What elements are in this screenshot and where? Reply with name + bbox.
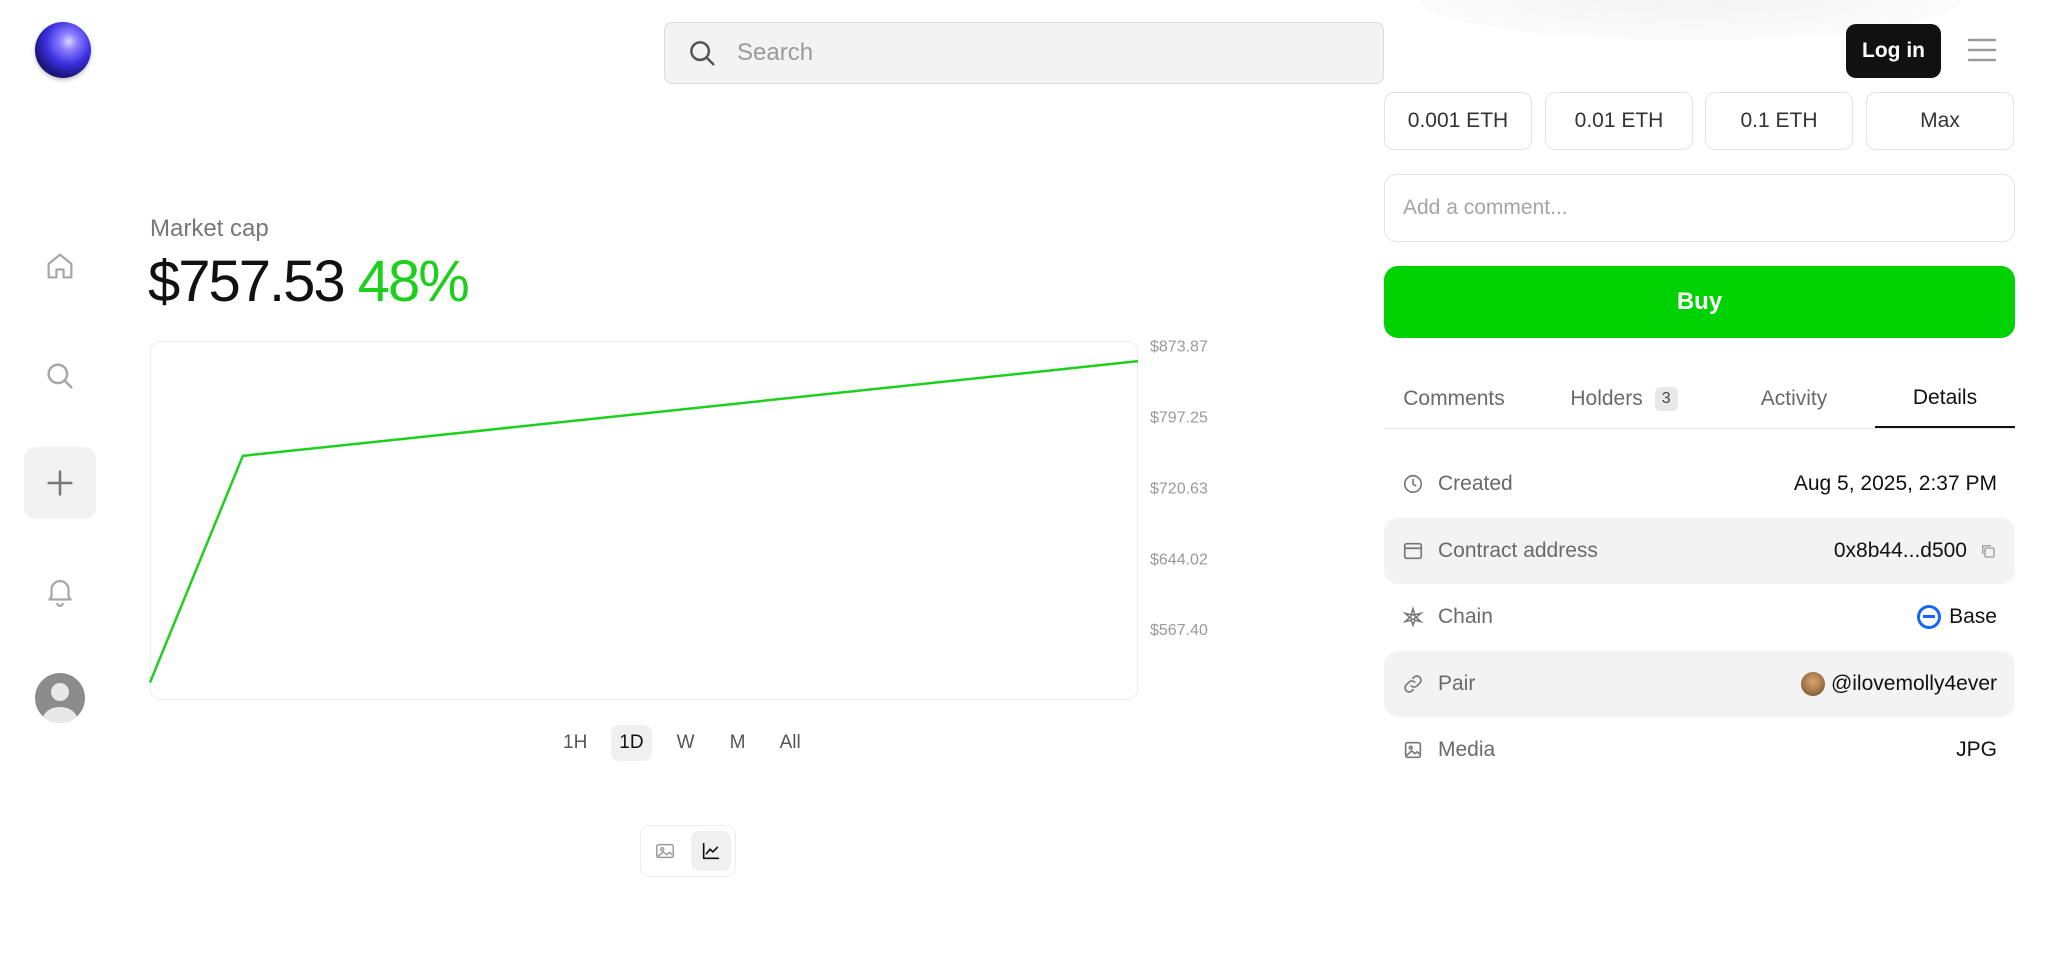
detail-row-media: Media JPG [1384, 717, 2015, 783]
timeframe-selector: 1H 1D W M All [555, 725, 809, 761]
amount-button-max[interactable]: Max [1866, 92, 2014, 150]
tab-label: Holders [1570, 387, 1643, 410]
chain-icon [1402, 606, 1424, 628]
market-cap-value: $757.53 [148, 249, 346, 314]
link-icon [1404, 675, 1422, 693]
detail-row-chain: Chain Base [1384, 584, 2015, 650]
nav-notifications-button[interactable] [24, 555, 96, 627]
holders-count-badge: 3 [1654, 387, 1678, 411]
comment-input[interactable] [1384, 174, 2015, 242]
tab-label: Details [1912, 386, 1978, 409]
user-icon [43, 683, 77, 723]
pair-avatar [1800, 672, 1825, 696]
contract-address[interactable]: 0x8b44...d500 [1834, 539, 1997, 563]
detail-row-pair: Pair @ilovemolly4ever [1384, 651, 2015, 717]
bell-icon [48, 580, 72, 607]
y-tick-label: $567.40 [1150, 622, 1208, 639]
series-line [148, 359, 1139, 683]
timeframe-all[interactable]: All [772, 725, 809, 761]
pair-value: @ilovemolly4ever [1830, 672, 1997, 695]
tab-label: Activity [1760, 387, 1828, 410]
tab-holders[interactable]: Holders 3 [1544, 370, 1704, 428]
tab-details[interactable]: Details [1875, 370, 2015, 428]
clock-icon [1403, 474, 1423, 494]
user-avatar[interactable] [35, 673, 85, 723]
chain-value: Base [1917, 605, 1997, 629]
detail-row-contract: Contract address 0x8b44...d500 [1384, 518, 2015, 584]
app-logo[interactable] [35, 22, 91, 78]
y-tick-label: $797.25 [1150, 410, 1208, 427]
market-cap-headline: $757.53 48% [148, 248, 470, 315]
detail-label: Created [1438, 472, 1513, 495]
image-view-button[interactable] [645, 831, 685, 871]
market-cap-label: Market cap [150, 215, 269, 242]
nav-create-button[interactable] [24, 447, 96, 519]
media-value: JPG [1956, 738, 1997, 761]
amount-button-0001[interactable]: 0.001 ETH [1384, 92, 1532, 150]
detail-label: Chain [1438, 605, 1493, 628]
y-tick-label: $720.63 [1150, 480, 1208, 497]
chart-icon [702, 842, 720, 860]
view-toggle [640, 825, 736, 877]
tab-comments[interactable]: Comments [1384, 370, 1524, 428]
detail-row-created: Created Aug 5, 2025, 2:37 PM [1384, 451, 2015, 517]
copy-icon[interactable] [1979, 542, 1997, 560]
detail-label: Media [1438, 738, 1496, 761]
market-cap-chart[interactable]: $873.87 $797.25 $720.63 $644.02 $567.40 [148, 339, 1250, 700]
image-icon [656, 843, 674, 859]
search-icon [690, 41, 715, 66]
plus-icon [47, 470, 73, 496]
hamburger-menu-icon[interactable] [1967, 36, 1997, 64]
y-tick-label: $873.87 [1150, 339, 1208, 356]
nav-home-button[interactable] [24, 230, 96, 302]
chain-name: Base [1949, 605, 1997, 628]
timeframe-1d[interactable]: 1D [611, 725, 652, 761]
contract-address-value: 0x8b44...d500 [1833, 539, 1967, 562]
tab-bar: Comments Holders 3 Activity Details [1384, 370, 2015, 429]
market-cap-change: 48% [357, 249, 470, 314]
base-chain-icon [1917, 605, 1942, 629]
nav-search-button[interactable] [24, 340, 96, 412]
detail-label: Pair [1438, 672, 1476, 695]
contract-icon [1403, 542, 1423, 560]
buy-button[interactable]: Buy [1384, 266, 2015, 338]
created-value: Aug 5, 2025, 2:37 PM [1793, 472, 1997, 495]
timeframe-1h[interactable]: 1H [555, 725, 595, 761]
amount-button-001[interactable]: 0.01 ETH [1545, 92, 1693, 150]
search-bar[interactable] [664, 22, 1384, 84]
search-icon [47, 363, 73, 389]
chart-view-button[interactable] [691, 831, 731, 871]
login-button[interactable]: Log in [1846, 24, 1941, 78]
pair-link[interactable]: @ilovemolly4ever [1800, 672, 1997, 696]
home-icon [47, 253, 73, 279]
timeframe-w[interactable]: W [668, 725, 704, 761]
tab-label: Comments [1403, 387, 1505, 410]
amount-button-01[interactable]: 0.1 ETH [1705, 92, 1853, 150]
media-icon [1404, 741, 1422, 759]
y-tick-label: $644.02 [1150, 551, 1208, 568]
search-input[interactable] [735, 38, 1339, 68]
tab-activity[interactable]: Activity [1724, 370, 1864, 428]
detail-label: Contract address [1438, 539, 1598, 562]
timeframe-m[interactable]: M [720, 725, 756, 761]
